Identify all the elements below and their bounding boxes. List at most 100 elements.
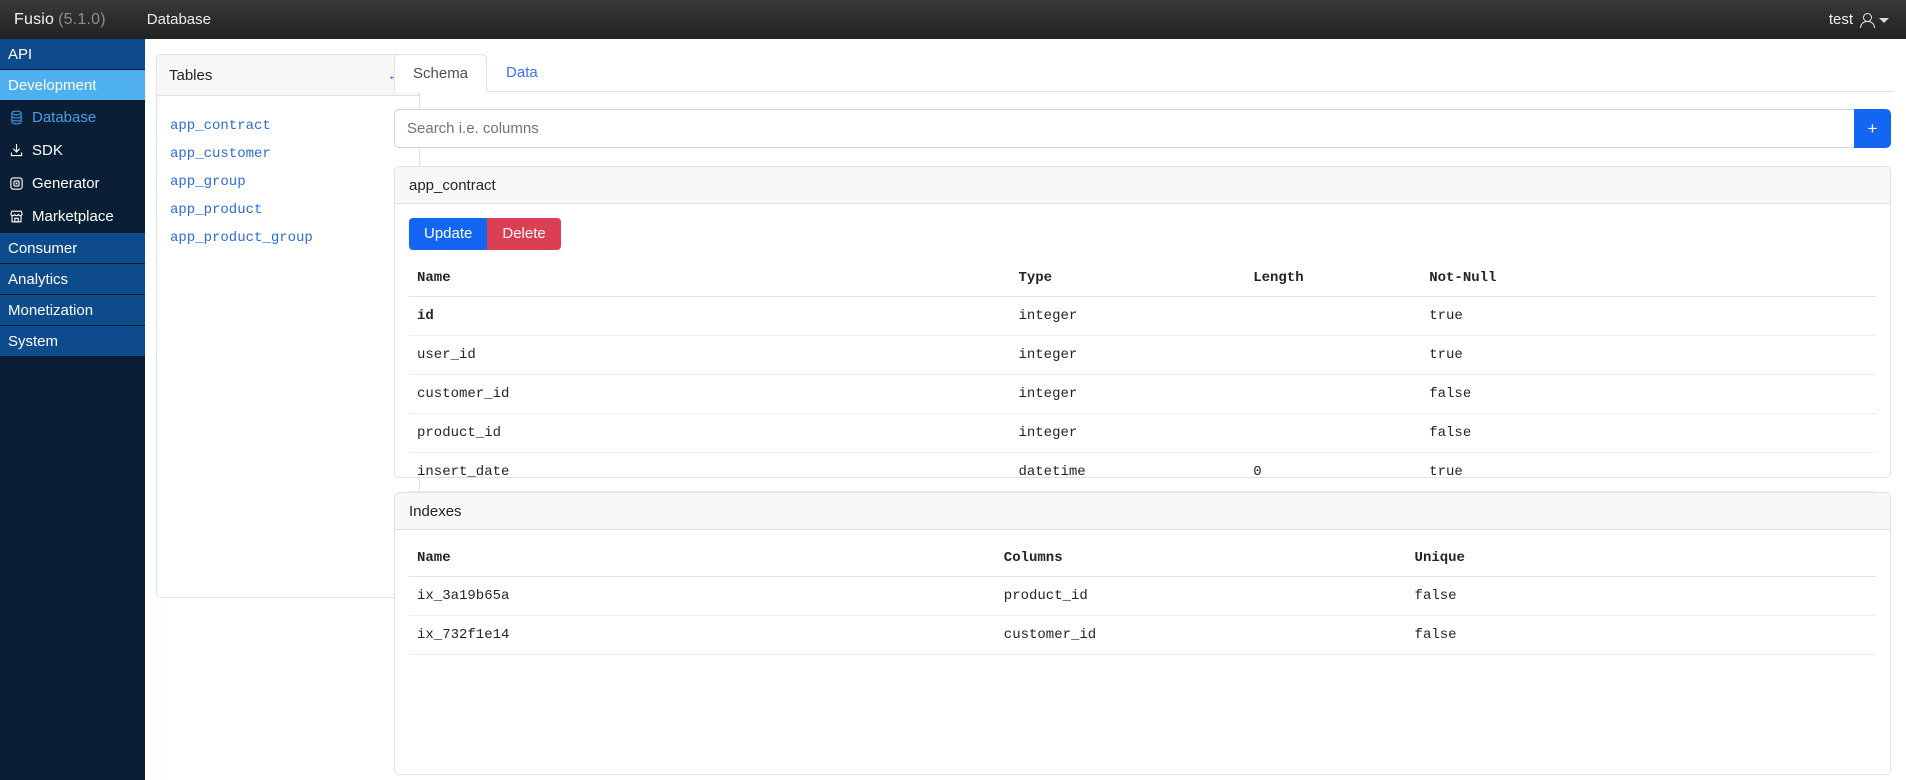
list-item[interactable]: app_product_group [157, 224, 419, 252]
cell-unique: false [1406, 615, 1876, 655]
cell-name: id [409, 296, 1011, 336]
list-item[interactable]: app_customer [157, 140, 419, 168]
cell-type: integer [1010, 413, 1246, 453]
user-name: test [1828, 11, 1853, 28]
sidebar-item-sdk[interactable]: SDK [0, 134, 145, 167]
cell-columns: product_id [995, 576, 1407, 616]
sidebar-section-label: Consumer [8, 240, 78, 257]
column-header-columns: Columns [995, 544, 1407, 577]
table-row[interactable]: ix_3a19b65a product_id false [409, 576, 1876, 616]
indexes-card-header: Indexes [395, 493, 1890, 530]
column-header-type: Type [1010, 264, 1246, 297]
plus-icon: + [1867, 119, 1878, 138]
sidebar-item-label: SDK [32, 142, 63, 159]
indexes-table: Name Columns Unique ix_3a19b65a product_… [409, 544, 1876, 655]
person-icon [1859, 12, 1875, 28]
sidebar-section-api[interactable]: API [0, 39, 145, 70]
store-icon [8, 209, 24, 225]
tab-data[interactable]: Data [487, 53, 557, 91]
top-bar: Fusio (5.1.0) Database test [0, 0, 1906, 39]
main-content: Tables ← app_contract app_customer app_g… [145, 39, 1906, 780]
sidebar-item-label: Database [32, 109, 97, 126]
sidebar-section-system[interactable]: System [0, 326, 145, 357]
cell-not-null: false [1421, 413, 1876, 453]
cell-length: 0 [1245, 452, 1422, 492]
indexes-card: Indexes Name Columns Unique ix_3a19b65a … [394, 492, 1891, 775]
download-icon [8, 143, 24, 159]
sidebar-section-monetization[interactable]: Monetization [0, 295, 145, 326]
table-row[interactable]: insert_date datetime 0 true [409, 452, 1876, 492]
cell-name: user_id [409, 335, 1011, 375]
tables-panel-header: Tables ← [157, 55, 419, 96]
update-button[interactable]: Update [409, 218, 488, 250]
schema-card-title: app_contract [409, 176, 496, 194]
table-header-row: Name Columns Unique [409, 544, 1876, 577]
column-header-unique: Unique [1406, 544, 1876, 577]
table-row[interactable]: user_id integer true [409, 335, 1876, 375]
tab-bar: Schema Data [394, 54, 1894, 92]
cell-length [1245, 296, 1422, 336]
cell-length [1245, 413, 1422, 453]
user-menu[interactable]: test [1829, 11, 1889, 28]
table-row[interactable]: product_id integer false [409, 413, 1876, 453]
cell-name: insert_date [409, 452, 1011, 492]
tables-panel: Tables ← app_contract app_customer app_g… [156, 54, 420, 598]
sidebar-item-database[interactable]: Database [0, 101, 145, 134]
schema-card: app_contract Update Delete Name Type Len… [394, 166, 1891, 492]
add-button[interactable]: + [1854, 109, 1891, 148]
cell-length [1245, 335, 1422, 375]
brand[interactable]: Fusio (5.1.0) [14, 11, 106, 29]
cell-name: customer_id [409, 374, 1011, 414]
brand-version: (5.1.0) [58, 10, 106, 28]
chevron-down-icon [1879, 18, 1889, 23]
database-icon [8, 110, 24, 126]
sidebar-section-label: System [8, 333, 59, 350]
cell-unique: false [1406, 576, 1876, 616]
sidebar-section-label: API [8, 46, 33, 63]
chip-icon [8, 176, 24, 192]
cell-not-null: true [1421, 452, 1876, 492]
sidebar-section-development[interactable]: Development [0, 70, 145, 101]
cell-type: integer [1010, 296, 1246, 336]
table-row[interactable]: id integer true [409, 296, 1876, 336]
cell-not-null: true [1421, 296, 1876, 336]
tables-list: app_contract app_customer app_group app_… [157, 96, 419, 260]
table-row[interactable]: customer_id integer false [409, 374, 1876, 414]
sidebar-section-label: Analytics [8, 271, 69, 288]
schema-actions: Update Delete [409, 218, 561, 250]
schema-card-body: Update Delete Name Type Length Not-Null … [395, 204, 1890, 492]
cell-not-null: true [1421, 335, 1876, 375]
list-item[interactable]: app_contract [157, 112, 419, 140]
column-header-length: Length [1245, 264, 1422, 297]
sidebar-section-label: Monetization [8, 302, 94, 319]
cell-type: integer [1010, 374, 1246, 414]
sidebar-item-label: Generator [32, 175, 100, 192]
schema-card-header: app_contract [395, 167, 1890, 204]
tables-panel-title: Tables [169, 66, 213, 84]
column-header-name: Name [409, 264, 1011, 297]
sidebar-item-generator[interactable]: Generator [0, 167, 145, 200]
sidebar-section-analytics[interactable]: Analytics [0, 264, 145, 295]
search-input[interactable] [394, 109, 1854, 148]
cell-name: ix_732f1e14 [409, 615, 996, 655]
sidebar-item-marketplace[interactable]: Marketplace [0, 200, 145, 233]
table-row[interactable]: ix_732f1e14 customer_id false [409, 615, 1876, 655]
indexes-card-title: Indexes [409, 502, 462, 520]
cell-columns: customer_id [995, 615, 1407, 655]
search-bar: + [394, 109, 1891, 148]
topnav-item-database[interactable]: Database [147, 11, 211, 28]
sidebar: API Development Database SDK Generator M… [0, 39, 145, 780]
sidebar-section-label: Development [8, 77, 97, 94]
cell-name: ix_3a19b65a [409, 576, 996, 616]
sidebar-section-consumer[interactable]: Consumer [0, 233, 145, 264]
cell-type: integer [1010, 335, 1246, 375]
delete-button[interactable]: Delete [487, 218, 561, 250]
schema-table: Name Type Length Not-Null id integer tru… [409, 264, 1876, 492]
list-item[interactable]: app_group [157, 168, 419, 196]
cell-type: datetime [1010, 452, 1246, 492]
list-item[interactable]: app_product [157, 196, 419, 224]
cell-name: product_id [409, 413, 1011, 453]
tab-schema[interactable]: Schema [394, 54, 488, 92]
indexes-card-body: Name Columns Unique ix_3a19b65a product_… [395, 530, 1890, 655]
cell-not-null: false [1421, 374, 1876, 414]
